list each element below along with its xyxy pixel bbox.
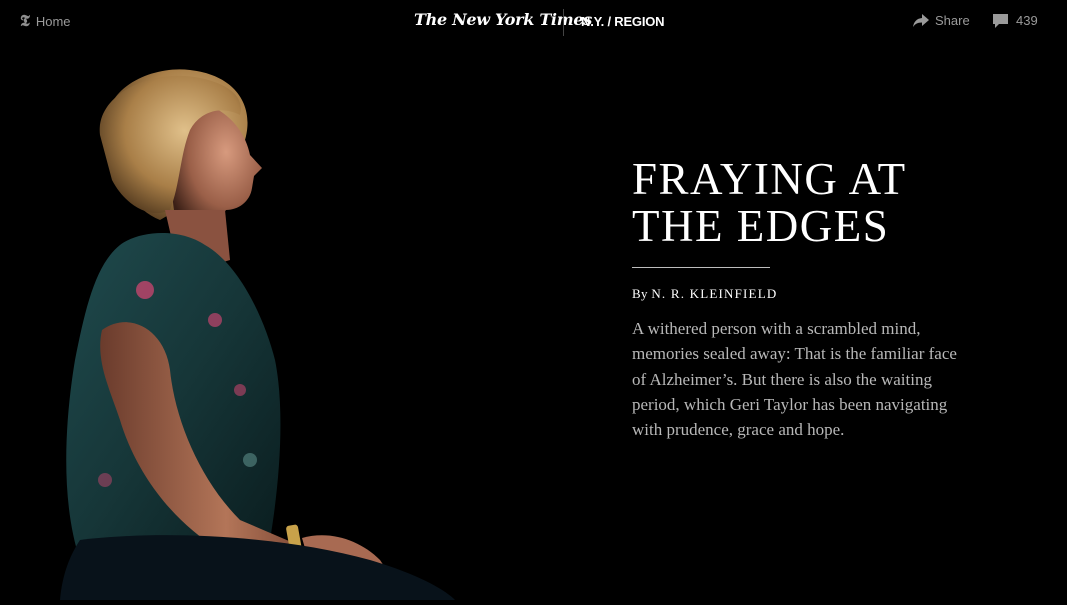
author-name[interactable]: N. R. KLEINFIELD [651, 286, 777, 301]
nyt-t-logo-icon: 𝕿 [20, 11, 30, 30]
byline-prefix: By [632, 286, 648, 301]
comments-button[interactable]: 439 [993, 13, 1038, 28]
share-arrow-icon [913, 14, 929, 27]
nav-divider [563, 9, 564, 36]
top-nav-bar: 𝕿 Home The New York Times N.Y. / REGION … [0, 0, 1067, 44]
home-link[interactable]: 𝕿 Home [20, 13, 71, 29]
share-button[interactable]: Share [913, 13, 970, 28]
article-headline: FRAYING AT THE EDGES [632, 156, 962, 250]
headline-line-1: FRAYING AT [632, 154, 907, 204]
article-summary: A withered person with a scrambled mind,… [632, 319, 957, 440]
share-label: Share [935, 13, 970, 28]
byline: By N. R. KLEINFIELD [632, 286, 962, 302]
section-link[interactable]: N.Y. / REGION [581, 14, 665, 29]
comment-bubble-icon [993, 13, 1008, 28]
article-intro: FRAYING AT THE EDGES By N. R. KLEINFIELD… [632, 156, 962, 459]
headline-line-2: THE EDGES [632, 201, 890, 251]
hero-portrait-image [40, 60, 480, 600]
masthead-logo[interactable]: The New York Times [414, 10, 592, 29]
home-label: Home [35, 13, 71, 29]
comment-count: 439 [1016, 13, 1038, 28]
headline-divider [632, 267, 770, 268]
